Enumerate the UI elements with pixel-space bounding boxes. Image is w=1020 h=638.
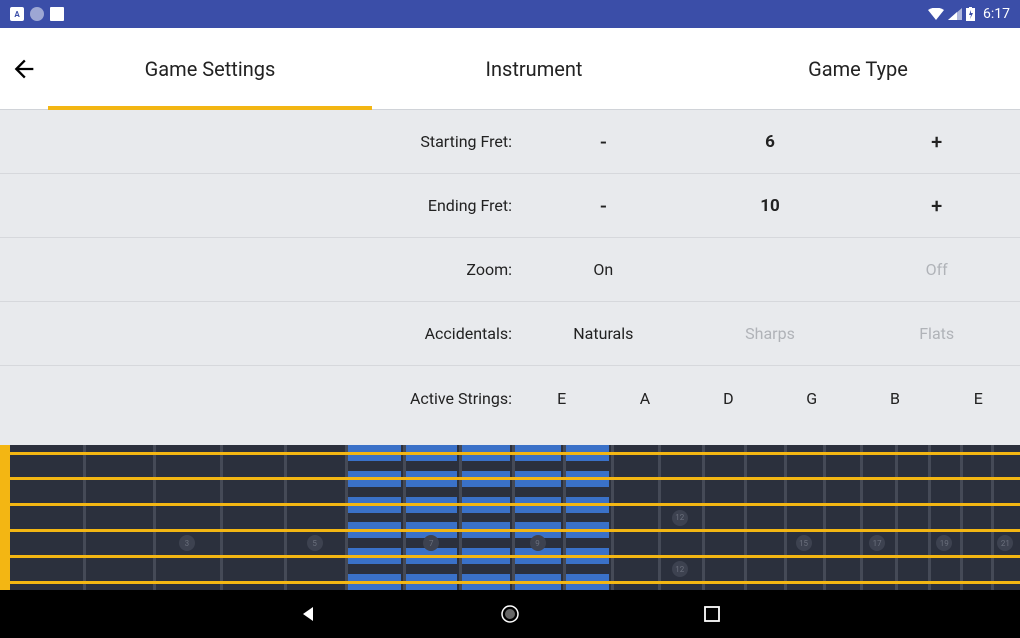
back-button[interactable] [0,28,48,110]
string-line [10,529,1020,532]
fret-line [991,445,994,590]
ending-fret-value: 10 [687,196,854,216]
battery-icon [966,7,975,21]
fret-line [459,445,462,590]
fret-line [928,445,931,590]
fret-line [960,445,963,590]
row-label: Starting Fret: [0,132,520,151]
fret-marker: 12 [672,561,688,577]
fret-marker: 3 [179,535,195,551]
string-line [10,477,1020,480]
fretboard-nut [0,445,10,590]
fret-marker: 15 [796,535,812,551]
starting-fret-increment[interactable]: + [853,130,1020,154]
tab-instrument[interactable]: Instrument [372,28,696,109]
active-strings-group: E A D G B E [520,389,1020,408]
row-label: Zoom: [0,260,520,279]
fret-line [345,445,348,590]
string-option-e-low[interactable]: E [520,389,603,408]
fretboard-diagram[interactable]: 3 5 7 9 12 12 15 17 19 21 [0,445,1020,590]
fret-line [563,445,566,590]
zoom-option-on[interactable]: On [520,260,687,279]
fret-marker: 17 [869,535,885,551]
fret-line [823,445,826,590]
fret-line [611,445,614,590]
tab-label: Game Settings [145,57,276,81]
fret-line [512,445,515,590]
fret-line [220,445,223,590]
ending-fret-stepper: - 10 + [520,194,1020,218]
row-label: Accidentals: [0,324,520,343]
tab-label: Game Type [808,57,908,81]
cell-signal-icon [948,8,962,20]
fret-marker: 7 [423,535,439,551]
fret-line [153,445,156,590]
string-option-d[interactable]: D [687,389,770,408]
fret-line [284,445,287,590]
fret-line [895,445,898,590]
sd-card-icon [50,7,64,21]
accidentals-option-naturals[interactable]: Naturals [520,324,687,343]
tab-strip: Game Settings Instrument Game Type [48,28,1020,109]
ending-fret-decrement[interactable]: - [520,194,687,218]
string-line [10,503,1020,506]
sync-icon [30,7,44,21]
nav-recents-button[interactable] [701,603,723,625]
fret-line [784,445,787,590]
fret-line [744,445,747,590]
row-starting-fret: Starting Fret: - 6 + [0,110,1020,174]
fret-line [658,445,661,590]
string-option-e-high[interactable]: E [937,389,1020,408]
accidentals-toggle: Naturals Sharps Flats [520,324,1020,343]
tab-game-type[interactable]: Game Type [696,28,1020,109]
status-right: 6:17 [928,6,1010,22]
fret-marker: 12 [672,510,688,526]
fret-line [403,445,406,590]
row-label: Active Strings: [0,389,520,408]
zoom-toggle: On Off [520,260,1020,279]
starting-fret-decrement[interactable]: - [520,130,687,154]
tab-label: Instrument [486,57,583,81]
accidentals-option-flats[interactable]: Flats [853,324,1020,343]
string-line [10,581,1020,584]
status-left: A [10,7,64,21]
wifi-icon [928,8,944,20]
string-line [10,452,1020,455]
settings-list: Starting Fret: - 6 + Ending Fret: - 10 +… [0,110,1020,430]
row-zoom: Zoom: On Off [0,238,1020,302]
nav-home-button[interactable] [499,603,521,625]
android-status-bar: A 6:17 [0,0,1020,28]
row-label: Ending Fret: [0,196,520,215]
top-app-bar: Game Settings Instrument Game Type [0,28,1020,110]
android-nav-bar [0,590,1020,638]
string-option-g[interactable]: G [770,389,853,408]
tab-game-settings[interactable]: Game Settings [48,28,372,109]
fret-marker: 5 [307,535,323,551]
ending-fret-increment[interactable]: + [853,194,1020,218]
accidentals-option-sharps[interactable]: Sharps [687,324,854,343]
fret-line [702,445,705,590]
string-option-a[interactable]: A [603,389,686,408]
starting-fret-stepper: - 6 + [520,130,1020,154]
row-active-strings: Active Strings: E A D G B E [0,366,1020,430]
string-line [10,555,1020,558]
starting-fret-value: 6 [687,132,854,152]
fret-line [83,445,86,590]
string-option-b[interactable]: B [853,389,936,408]
clock-text: 6:17 [983,6,1010,22]
keyboard-icon: A [10,7,24,21]
nav-back-button[interactable] [297,603,319,625]
fret-line [860,445,863,590]
fret-marker: 19 [936,535,952,551]
row-ending-fret: Ending Fret: - 10 + [0,174,1020,238]
fret-marker: 9 [530,535,546,551]
fret-marker: 21 [997,535,1013,551]
row-accidentals: Accidentals: Naturals Sharps Flats [0,302,1020,366]
back-arrow-icon [10,55,38,83]
zoom-option-off[interactable]: Off [853,260,1020,279]
